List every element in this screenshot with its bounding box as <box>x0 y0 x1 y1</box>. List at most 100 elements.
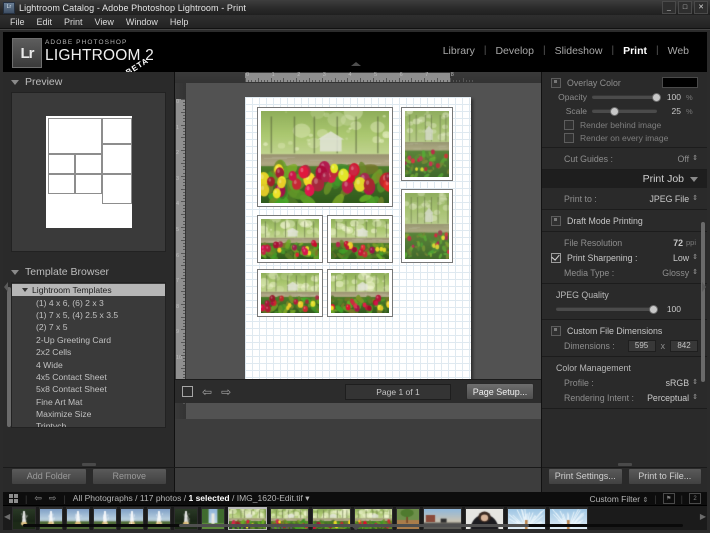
print-to-value[interactable]: JPEG File ⇕ <box>650 194 698 204</box>
module-develop[interactable]: Develop <box>486 44 543 58</box>
menu-edit[interactable]: Edit <box>31 15 59 29</box>
module-print[interactable]: Print <box>614 44 656 58</box>
dimensions-values[interactable]: 595 x 842 <box>628 340 698 352</box>
print-photo[interactable] <box>261 111 389 203</box>
print-photo[interactable] <box>261 273 319 313</box>
menu-help[interactable]: Help <box>164 15 195 29</box>
chevron-down-icon[interactable]: ▾ <box>305 493 309 503</box>
file-resolution-row[interactable]: File Resolution 72 ppi <box>542 235 707 250</box>
template-group-lightroom[interactable]: Lightroom Templates <box>12 284 165 296</box>
scale-slider[interactable] <box>592 109 657 113</box>
go-forward-icon[interactable]: ⇨ <box>49 494 57 503</box>
page-setup-button[interactable]: Page Setup... <box>466 383 534 400</box>
next-page-icon[interactable]: ⇨ <box>221 386 231 398</box>
print-photo[interactable] <box>331 219 389 259</box>
left-panel-scrollbar[interactable] <box>7 287 11 427</box>
filmstrip-toggle-icon[interactable] <box>351 526 361 530</box>
custom-dimensions-row[interactable]: Custom File Dimensions <box>542 323 707 338</box>
draft-mode-checkbox[interactable] <box>551 216 561 226</box>
module-slideshow[interactable]: Slideshow <box>546 44 612 58</box>
rating-filter-icon[interactable]: 2 <box>689 493 701 504</box>
right-panel-grip[interactable] <box>618 463 632 466</box>
top-panel-toggle-icon[interactable] <box>351 62 361 66</box>
dimensions-row[interactable]: Dimensions : 595 x 842 <box>542 338 707 353</box>
print-sharpening-row[interactable]: Print Sharpening : Low ⇕ <box>542 250 707 265</box>
dimension-height-input[interactable]: 842 <box>670 340 698 352</box>
menu-window[interactable]: Window <box>120 15 164 29</box>
render-behind-row[interactable]: Render behind image <box>542 118 707 131</box>
print-cell[interactable] <box>327 215 393 263</box>
module-web[interactable]: Web <box>659 44 698 58</box>
print-to-row[interactable]: Print to : JPEG File ⇕ <box>542 191 707 206</box>
media-type-value[interactable]: Glossy ⇕ <box>662 268 698 278</box>
print-photo[interactable] <box>331 273 389 313</box>
template-item-3[interactable]: 2-Up Greeting Card <box>12 334 165 346</box>
profile-value[interactable]: sRGB ⇕ <box>666 378 698 388</box>
go-back-icon[interactable]: ⇦ <box>34 494 42 503</box>
print-page[interactable] <box>245 97 471 397</box>
print-cell[interactable] <box>257 215 323 263</box>
print-cell[interactable] <box>257 107 393 207</box>
flag-filter-icon[interactable]: ⚑ <box>663 493 675 504</box>
jpeg-quality-slider[interactable] <box>556 307 657 311</box>
template-item-0[interactable]: (1) 4 x 6, (6) 2 x 3 <box>12 296 165 308</box>
template-item-8[interactable]: Fine Art Mat <box>12 396 165 408</box>
print-photo[interactable] <box>261 219 319 259</box>
print-cell[interactable] <box>401 107 453 181</box>
filmstrip-scroll-right-icon[interactable]: ▶ <box>700 512 706 521</box>
draft-mode-row[interactable]: Draft Mode Printing <box>542 213 707 228</box>
template-item-2[interactable]: (2) 7 x 5 <box>12 321 165 333</box>
template-browser-header[interactable]: Template Browser <box>3 262 174 282</box>
file-resolution-value[interactable]: 72 ppi <box>673 238 698 248</box>
overlay-color-swatch[interactable] <box>662 77 698 88</box>
rendering-intent-value[interactable]: Perceptual ⇕ <box>647 393 698 403</box>
print-photo[interactable] <box>405 111 449 177</box>
cut-guides-value[interactable]: Off ⇕ <box>678 154 698 164</box>
overlay-color-row[interactable]: Overlay Color <box>542 75 707 90</box>
profile-row[interactable]: Profile : sRGB ⇕ <box>542 375 707 390</box>
close-button[interactable]: ✕ <box>694 1 708 14</box>
minimize-button[interactable]: _ <box>662 1 676 14</box>
module-library[interactable]: Library <box>434 44 484 58</box>
menu-view[interactable]: View <box>89 15 120 29</box>
jpeg-quality-slider-row[interactable]: 100 <box>542 302 707 316</box>
template-item-9[interactable]: Maximize Size <box>12 408 165 420</box>
remove-button[interactable]: Remove <box>92 468 168 485</box>
template-item-4[interactable]: 2x2 Cells <box>12 346 165 358</box>
grid-view-icon[interactable] <box>9 494 18 503</box>
filmstrip-source-path[interactable]: All Photographs / 117 photos / 1 selecte… <box>73 493 310 504</box>
page-bleed-toggle-icon[interactable] <box>182 386 193 397</box>
right-panel-scrollbar[interactable] <box>701 222 705 382</box>
left-panel-toggle-icon[interactable] <box>4 282 8 292</box>
print-job-header[interactable]: Print Job <box>542 170 707 188</box>
print-photo[interactable] <box>405 193 449 259</box>
scale-slider-row[interactable]: Scale 25 % <box>542 104 707 118</box>
right-panel-toggle-icon[interactable] <box>702 282 706 292</box>
template-item-1[interactable]: (1) 7 x 5, (4) 2.5 x 3.5 <box>12 309 165 321</box>
render-every-checkbox[interactable] <box>564 133 574 143</box>
custom-filter-label[interactable]: Custom Filter ⇕ <box>590 494 649 504</box>
rendering-intent-row[interactable]: Rendering Intent : Perceptual ⇕ <box>542 390 707 405</box>
previous-page-icon[interactable]: ⇦ <box>202 386 212 398</box>
print-canvas[interactable] <box>186 83 541 419</box>
menu-print[interactable]: Print <box>58 15 89 29</box>
media-type-row[interactable]: Media Type : Glossy ⇕ <box>542 265 707 280</box>
filmstrip-scroll-left-icon[interactable]: ◀ <box>4 512 10 521</box>
template-list[interactable]: Lightroom Templates (1) 4 x 6, (6) 2 x 3(… <box>11 282 166 428</box>
print-to-file-button[interactable]: Print to File... <box>628 468 703 485</box>
maximize-button[interactable]: □ <box>678 1 692 14</box>
menu-file[interactable]: File <box>4 15 31 29</box>
template-item-6[interactable]: 4x5 Contact Sheet <box>12 371 165 383</box>
custom-dimensions-checkbox[interactable] <box>551 326 561 336</box>
print-cell[interactable] <box>327 269 393 317</box>
template-item-10[interactable]: Triptych <box>12 420 165 428</box>
dimension-width-input[interactable]: 595 <box>628 340 656 352</box>
print-sharpening-value[interactable]: Low ⇕ <box>673 253 698 263</box>
print-cell[interactable] <box>257 269 323 317</box>
overlay-color-checkbox[interactable] <box>551 78 561 88</box>
print-sharpening-checkbox[interactable] <box>551 253 561 263</box>
add-folder-button[interactable]: Add Folder <box>11 468 87 485</box>
opacity-slider-row[interactable]: Opacity 100 % <box>542 90 707 104</box>
render-behind-checkbox[interactable] <box>564 120 574 130</box>
cut-guides-row[interactable]: Cut Guides : Off ⇕ <box>542 151 707 166</box>
